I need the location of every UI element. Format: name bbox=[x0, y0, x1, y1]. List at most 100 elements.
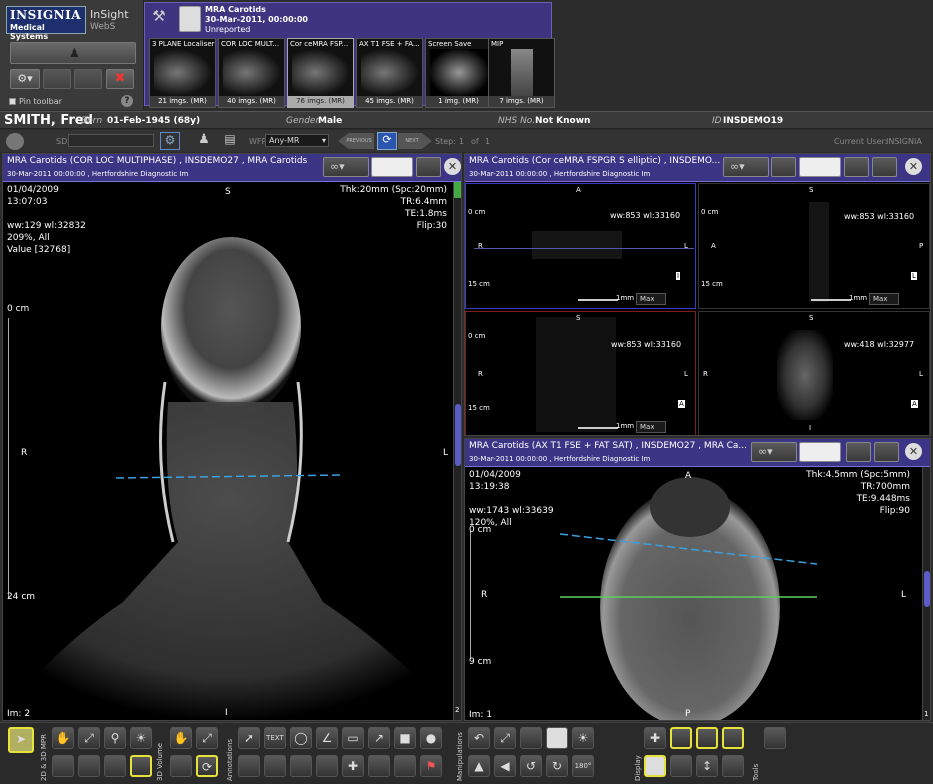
settings-gear-icon[interactable]: ⚙▾ bbox=[10, 69, 40, 89]
angle-icon[interactable]: ∠ bbox=[316, 727, 338, 749]
spine-label-icon[interactable] bbox=[394, 755, 416, 777]
series-thumbnail[interactable]: COR LOC MULT... 40 imgs. (MR) bbox=[218, 38, 285, 108]
link-icon[interactable]: ∞▾ bbox=[323, 157, 369, 177]
contrast-icon[interactable]: ☀ bbox=[572, 727, 594, 749]
series-thumbnail[interactable]: Screen Save 1 img. (MR) bbox=[425, 38, 492, 108]
close-icon[interactable]: ✕ bbox=[905, 443, 922, 460]
cursor-icon[interactable] bbox=[546, 727, 568, 749]
layout-grid-icon[interactable] bbox=[416, 157, 441, 177]
window-level-icon[interactable] bbox=[371, 157, 413, 177]
undo-icon[interactable]: ↶ bbox=[468, 727, 490, 749]
ellipse-roi-icon[interactable]: ◯ bbox=[290, 727, 312, 749]
split-view-icon[interactable] bbox=[670, 755, 692, 777]
cobb-icon[interactable] bbox=[238, 755, 260, 777]
projection-select[interactable]: Max bbox=[869, 293, 899, 305]
series-thumbnail[interactable]: 3 PLANE Localiser 21 imgs. (MR) bbox=[149, 38, 216, 108]
mpr-tool-icon[interactable] bbox=[844, 157, 869, 177]
polygon-icon[interactable] bbox=[264, 755, 286, 777]
erase-icon[interactable] bbox=[368, 755, 390, 777]
cross-icon[interactable]: ✚ bbox=[342, 755, 364, 777]
flip-vertical-icon[interactable]: ◀ bbox=[494, 755, 516, 777]
link-icon[interactable]: ∞▾ bbox=[751, 442, 797, 462]
invert-icon[interactable] bbox=[520, 727, 542, 749]
series-thumbnail-active[interactable]: Cor ceMRA FSP... 76 imgs. (MR) bbox=[287, 38, 354, 108]
zoom-icon[interactable]: ⚲ bbox=[104, 727, 126, 749]
viewport-axial[interactable]: MRA Carotids (AX T1 FSE + FAT SAT) , INS… bbox=[464, 438, 931, 721]
layout-grid-icon[interactable] bbox=[771, 157, 796, 177]
patient-avatar-icon[interactable] bbox=[6, 133, 24, 150]
user-profile-button[interactable]: ♟ bbox=[10, 42, 136, 64]
area-icon[interactable] bbox=[316, 755, 338, 777]
arrow-annotation-icon[interactable]: ↗ bbox=[368, 727, 390, 749]
series-thumbnail[interactable]: AX T1 FSE + FA... 45 imgs. (MR) bbox=[356, 38, 423, 108]
projection-select[interactable]: Max bbox=[636, 293, 666, 305]
overlay-icon[interactable] bbox=[696, 727, 718, 749]
display-icon[interactable] bbox=[872, 157, 897, 177]
fit-icon[interactable]: ⤢ bbox=[78, 727, 100, 749]
rectangle-roi-icon[interactable]: ▭ bbox=[342, 727, 364, 749]
previous-button[interactable]: PREVIOUS bbox=[338, 133, 374, 149]
mpr-cell-axial[interactable]: A R L 0 cm 15 cm I 1mm Max bbox=[465, 183, 696, 309]
users-icon[interactable]: ♟ bbox=[193, 132, 215, 150]
mpr-cell-coronal[interactable]: S R L ww:853 wl:33160 0 cm 15 cm A 1mm M… bbox=[465, 311, 696, 435]
series-link-icon[interactable] bbox=[722, 755, 744, 777]
volume-rotate-icon[interactable]: ⟳ bbox=[196, 755, 218, 777]
link-icon[interactable]: ∞▾ bbox=[723, 157, 769, 177]
oblique-icon[interactable] bbox=[104, 755, 126, 777]
distance-icon[interactable] bbox=[290, 755, 312, 777]
mpr-view-icon[interactable] bbox=[52, 755, 74, 777]
forward-disabled-button[interactable] bbox=[43, 69, 71, 89]
probe-icon[interactable]: ● bbox=[420, 727, 442, 749]
viewport-mpr[interactable]: MRA Carotids (Cor ceMRA FSPGR S elliptic… bbox=[464, 153, 931, 436]
reset-icon[interactable]: ⤢ bbox=[494, 727, 516, 749]
scrollbar-thumb[interactable] bbox=[924, 571, 930, 607]
line-measure-icon[interactable]: ➚ bbox=[238, 727, 260, 749]
text-annotation-button[interactable]: TEXT bbox=[264, 727, 286, 749]
pin-toolbar-checkbox[interactable]: Pin toolbar bbox=[9, 97, 62, 106]
marker-icon[interactable]: ⚑ bbox=[420, 755, 442, 777]
projection-select[interactable]: Max bbox=[636, 421, 666, 433]
info-overlay-icon[interactable] bbox=[644, 755, 666, 777]
viewport-coronal[interactable]: MRA Carotids (COR LOC MULTIPHASE) , INSD… bbox=[2, 153, 462, 721]
series-thumbnail[interactable]: MIP 7 imgs. (MR) bbox=[488, 38, 555, 108]
window-level-icon[interactable] bbox=[799, 442, 841, 462]
print-icon[interactable] bbox=[874, 442, 899, 462]
rotate-hand-icon[interactable]: ✋ bbox=[170, 727, 192, 749]
close-study-icon[interactable]: ✖ bbox=[106, 69, 134, 89]
image-scrollbar[interactable]: 2 bbox=[453, 182, 461, 720]
thickness-slider[interactable] bbox=[578, 299, 618, 301]
close-icon[interactable]: ✕ bbox=[905, 158, 922, 175]
crosshair-icon[interactable]: ✚ bbox=[644, 727, 666, 749]
localizer-icon[interactable] bbox=[670, 727, 692, 749]
pan-hand-icon[interactable]: ✋ bbox=[52, 727, 74, 749]
wfp-select[interactable]: Any-MR ▾ bbox=[265, 134, 329, 147]
next-button[interactable]: NEXT bbox=[398, 133, 432, 149]
rotate-right-icon[interactable]: ↻ bbox=[546, 755, 568, 777]
sync-icon[interactable]: ⟳ bbox=[377, 132, 397, 150]
rotate-left-icon[interactable]: ↺ bbox=[520, 755, 542, 777]
export-disabled-button[interactable] bbox=[74, 69, 102, 89]
image-scrollbar[interactable]: 1 bbox=[922, 467, 930, 720]
help-icon[interactable]: ? bbox=[121, 95, 133, 107]
layout-grid-icon[interactable] bbox=[846, 442, 871, 462]
sd-select[interactable] bbox=[68, 134, 154, 147]
hanging-protocol-icon[interactable]: ⚙ bbox=[160, 132, 180, 150]
mpr-plane-icon[interactable] bbox=[78, 755, 100, 777]
scrollbar-thumb[interactable] bbox=[455, 404, 461, 466]
close-icon[interactable]: ✕ bbox=[444, 158, 461, 175]
mpr-cell-sagittal[interactable]: S A P ww:853 wl:33160 0 cm 15 cm L 1mm M… bbox=[698, 183, 930, 309]
window-level-icon[interactable] bbox=[799, 157, 841, 177]
pointer-select-icon[interactable]: ➤ bbox=[8, 727, 34, 753]
cine-icon[interactable] bbox=[722, 727, 744, 749]
freehand-icon[interactable]: ■ bbox=[394, 727, 416, 749]
rotate-180-button[interactable]: 180° bbox=[572, 755, 594, 777]
thickness-slider[interactable] bbox=[811, 299, 851, 301]
sync-scroll-icon[interactable]: ↕ bbox=[696, 755, 718, 777]
volume-fit-icon[interactable]: ⤢ bbox=[196, 727, 218, 749]
brightness-icon[interactable]: ☀ bbox=[130, 727, 152, 749]
mpr-cell-3d[interactable]: S R L I ww:418 wl:32977 A bbox=[698, 311, 930, 435]
report-document-icon[interactable] bbox=[179, 6, 201, 32]
slab-icon[interactable] bbox=[130, 755, 152, 777]
flip-horizontal-icon[interactable]: ▲ bbox=[468, 755, 490, 777]
thickness-slider[interactable] bbox=[578, 427, 618, 429]
